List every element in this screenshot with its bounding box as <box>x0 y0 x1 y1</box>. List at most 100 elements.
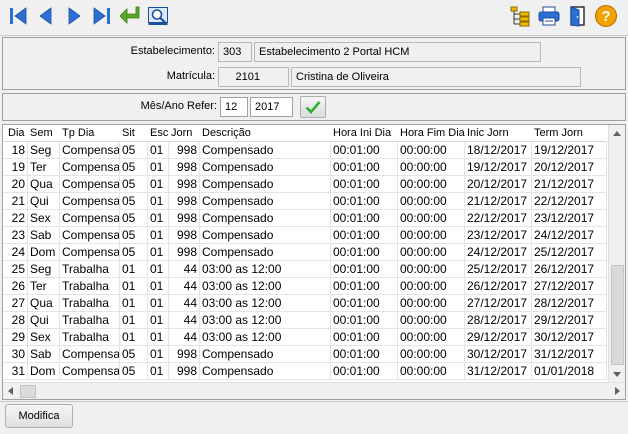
cell-sem: Sab <box>28 227 60 244</box>
tree-icon[interactable] <box>508 4 532 28</box>
cell-dia: 19 <box>6 159 28 176</box>
confirm-button[interactable] <box>300 96 326 118</box>
column-header-dia[interactable]: Dia <box>8 127 28 139</box>
cell-esc: 01 <box>148 159 169 176</box>
cell-inic-jorn: 27/12/2017 <box>465 295 532 312</box>
cell-term-jorn: 19/12/2017 <box>532 142 607 159</box>
cell-dia: 28 <box>6 312 28 329</box>
table-row[interactable]: 18 Seg Compensa 05 01 998 Compensado 00:01:00 00… <box>3 142 607 159</box>
column-header-term-jorn[interactable]: Term Jorn <box>534 127 607 139</box>
exit-door-icon[interactable] <box>566 4 590 28</box>
cell-jorn: 44 <box>169 278 200 295</box>
table-row[interactable]: 22 Sex Compensa 05 01 998 Compensado 00:01:00 00… <box>3 210 607 227</box>
cell-jorn: 44 <box>169 312 200 329</box>
toolbar: ? <box>0 0 628 34</box>
column-header-sit[interactable]: Sit <box>122 127 148 139</box>
column-header-hora-ini-dia[interactable]: Hora Ini Dia <box>333 127 398 139</box>
cell-jorn: 998 <box>169 244 200 261</box>
cell-hora-fim-dia: 00:00:00 <box>398 210 465 227</box>
table-row[interactable]: 24 Dom Compensa 05 01 998 Compensado 00:01:00 00… <box>3 244 607 261</box>
cell-jorn: 998 <box>169 363 200 380</box>
cell-inic-jorn: 20/12/2017 <box>465 176 532 193</box>
cell-hora-ini-dia: 00:01:00 <box>331 346 398 363</box>
column-header-descricao[interactable]: Descrição <box>202 127 331 139</box>
cell-sem: Qua <box>28 176 60 193</box>
last-record-icon[interactable] <box>90 4 114 28</box>
table-row[interactable]: 23 Sab Compensa 05 01 998 Compensado 00:01:00 00… <box>3 227 607 244</box>
cell-sit: 01 <box>120 329 148 346</box>
estab-name-field: Estabelecimento 2 Portal HCM <box>254 42 541 62</box>
previous-record-icon[interactable] <box>34 4 58 28</box>
scroll-left-arrow-icon[interactable] <box>8 387 13 395</box>
column-header-jorn[interactable]: Jorn <box>171 127 200 139</box>
cell-inic-jorn: 31/12/2017 <box>465 363 532 380</box>
cell-sem: Seg <box>28 142 60 159</box>
first-record-icon[interactable] <box>6 4 30 28</box>
checkmark-icon <box>305 101 321 114</box>
scroll-up-arrow-icon[interactable] <box>613 131 621 136</box>
table-row[interactable]: 28 Qui Trabalha 01 01 44 03:00 as 12:00 00:01:0… <box>3 312 607 329</box>
cell-dia: 23 <box>6 227 28 244</box>
cell-sit: 05 <box>120 244 148 261</box>
table-row[interactable]: 26 Ter Trabalha 01 01 44 03:00 as 12:00 00:01:0… <box>3 278 607 295</box>
cell-sem: Qui <box>28 193 60 210</box>
next-record-icon[interactable] <box>62 4 86 28</box>
cell-descricao: Compensado <box>200 159 331 176</box>
column-header-tp-dia[interactable]: Tp Dia <box>62 127 120 139</box>
cell-descricao: 03:00 as 12:00 <box>200 295 331 312</box>
table-row[interactable]: 21 Qui Compensa 05 01 998 Compensado 00:01:00 00… <box>3 193 607 210</box>
cell-inic-jorn: 28/12/2017 <box>465 312 532 329</box>
cell-hora-ini-dia: 00:01:00 <box>331 159 398 176</box>
cell-esc: 01 <box>148 176 169 193</box>
help-icon[interactable]: ? <box>594 4 618 28</box>
horizontal-scroll-thumb[interactable] <box>20 385 36 398</box>
cell-jorn: 44 <box>169 329 200 346</box>
cell-jorn: 998 <box>169 210 200 227</box>
scroll-right-arrow-icon[interactable] <box>615 387 620 395</box>
cell-sit: 01 <box>120 295 148 312</box>
table-row[interactable]: 19 Ter Compensa 05 01 998 Compensado 00:01:00 00… <box>3 159 607 176</box>
table-row[interactable]: 25 Seg Trabalha 01 01 44 03:00 as 12:00 00:01:0… <box>3 261 607 278</box>
return-icon[interactable] <box>118 4 142 28</box>
vertical-scrollbar[interactable] <box>608 125 625 383</box>
cell-sit: 01 <box>120 278 148 295</box>
column-header-inic-jorn[interactable]: Inic Jorn <box>467 127 532 139</box>
modify-button[interactable]: Modifica <box>5 404 73 428</box>
table-row[interactable]: 27 Qua Trabalha 01 01 44 03:00 as 12:00 00:01:0… <box>3 295 607 312</box>
column-header-sem[interactable]: Sem <box>30 127 60 139</box>
schedule-table[interactable]: Dia Sem Tp Dia Sit Esc Jorn Descrição Hora Ini … <box>2 124 626 400</box>
cell-term-jorn: 01/01/2018 <box>532 363 607 380</box>
cell-hora-ini-dia: 00:01:00 <box>331 176 398 193</box>
horizontal-scrollbar[interactable] <box>3 382 625 399</box>
table-row[interactable]: 31 Dom Compensa 05 01 998 Compensado 00:01:00 00… <box>3 363 607 380</box>
cell-hora-fim-dia: 00:00:00 <box>398 363 465 380</box>
cell-inic-jorn: 23/12/2017 <box>465 227 532 244</box>
cell-descricao: Compensado <box>200 210 331 227</box>
cell-esc: 01 <box>148 142 169 159</box>
cell-tp-dia: Trabalha <box>60 261 120 278</box>
cell-descricao: Compensado <box>200 176 331 193</box>
table-row[interactable]: 30 Sab Compensa 05 01 998 Compensado 00:01:00 00… <box>3 346 607 363</box>
scroll-down-arrow-icon[interactable] <box>613 372 621 377</box>
cell-term-jorn: 30/12/2017 <box>532 329 607 346</box>
cell-dia: 22 <box>6 210 28 227</box>
cell-hora-ini-dia: 00:01:00 <box>331 227 398 244</box>
column-header-esc[interactable]: Esc <box>150 127 169 139</box>
cell-hora-fim-dia: 00:00:00 <box>398 346 465 363</box>
column-header-hora-fim-dia[interactable]: Hora Fim Dia <box>400 127 465 139</box>
table-row[interactable]: 20 Qua Compensa 05 01 998 Compensado 00:01:00 00… <box>3 176 607 193</box>
cell-esc: 01 <box>148 346 169 363</box>
print-icon[interactable] <box>537 4 561 28</box>
cell-tp-dia: Compensa <box>62 159 120 176</box>
table-header: Dia Sem Tp Dia Sit Esc Jorn Descrição Hora Ini … <box>3 125 607 142</box>
table-row[interactable]: 29 Sex Trabalha 01 01 44 03:00 as 12:00 00:01:0… <box>3 329 607 346</box>
year-input[interactable]: 2017 <box>250 97 293 117</box>
month-input[interactable]: 12 <box>220 97 248 117</box>
vertical-scroll-thumb[interactable] <box>611 265 624 365</box>
search-icon[interactable] <box>146 4 170 28</box>
cell-inic-jorn: 26/12/2017 <box>465 278 532 295</box>
cell-descricao: 03:00 as 12:00 <box>200 261 331 278</box>
cell-jorn: 998 <box>169 176 200 193</box>
cell-jorn: 998 <box>169 346 200 363</box>
cell-tp-dia: Trabalha <box>60 278 120 295</box>
